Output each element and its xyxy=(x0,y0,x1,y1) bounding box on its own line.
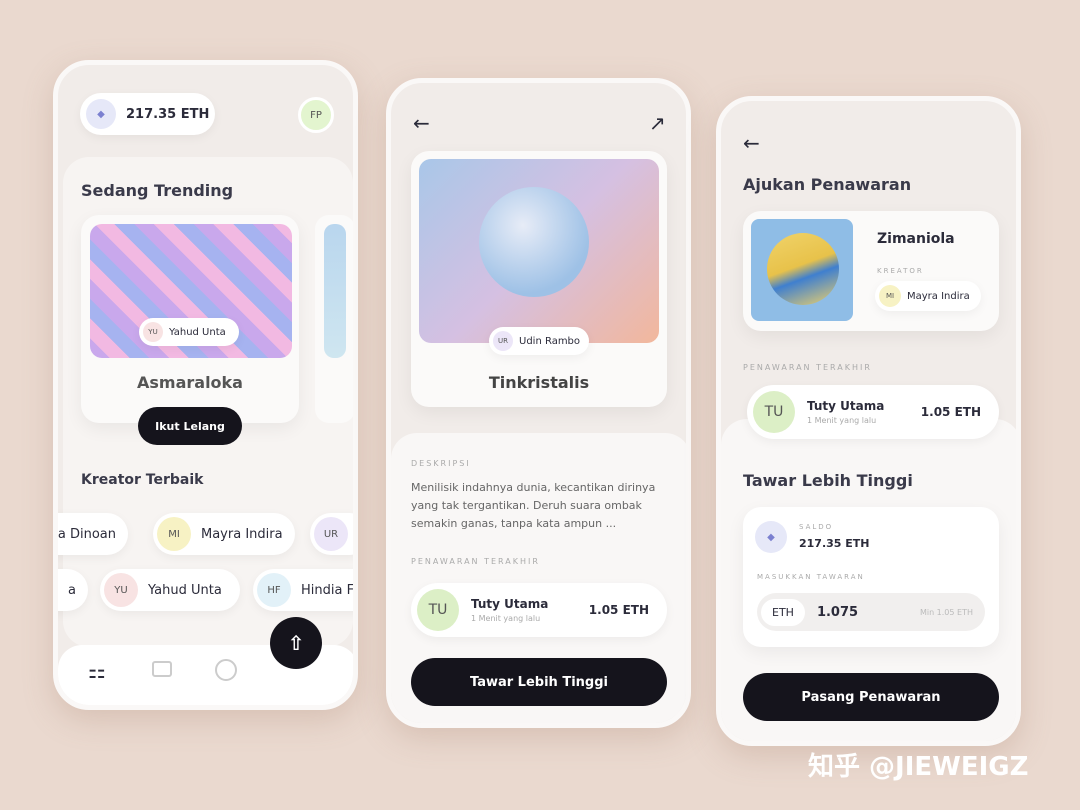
wallet-icon[interactable] xyxy=(152,661,172,677)
creator-avatar: YU xyxy=(104,573,138,607)
back-arrow-icon[interactable]: ← xyxy=(743,131,760,155)
artwork-image xyxy=(419,159,659,343)
item-card: Zimaniola KREATOR MI Mayra Indira xyxy=(743,211,999,331)
trending-card[interactable]: YU Yahud Unta Asmaraloka xyxy=(81,215,299,423)
creator-name: Mayra Indira xyxy=(201,526,283,542)
creator-chip[interactable]: UR Udin Rambo xyxy=(489,327,589,355)
bid-time: 1 Menit yang lalu xyxy=(807,416,877,425)
detail-screen: ← ↗ UR Udin Rambo Tinkristalis DESKRIPSI… xyxy=(386,78,691,728)
creator-avatar: UR xyxy=(493,331,513,351)
bid-time: 1 Menit yang lalu xyxy=(471,614,541,623)
next-card[interactable] xyxy=(315,215,353,423)
creator-name: Mayra Indira xyxy=(907,290,970,302)
ethereum-icon: ◆ xyxy=(755,521,787,553)
creator-avatar: MI xyxy=(157,517,191,551)
watermark: 知乎 @JIEWEIGZ xyxy=(808,752,1029,782)
creator-avatar: HF xyxy=(257,573,291,607)
description-label: DESKRIPSI xyxy=(411,459,471,468)
artwork-image xyxy=(751,219,853,321)
artwork-title: Asmaraloka xyxy=(137,373,243,392)
item-title: Zimaniola xyxy=(877,231,955,247)
balance-value: 217.35 ETH xyxy=(126,106,210,122)
share-icon[interactable]: ↗ xyxy=(649,111,666,135)
creator-chip[interactable]: na Dinoan xyxy=(53,513,128,555)
saldo-label: SALDO xyxy=(799,523,834,531)
creator-name: Yahud Unta xyxy=(169,326,226,338)
saldo-value: 217.35 ETH xyxy=(799,537,870,550)
bid-amount: 1.05 ETH xyxy=(588,603,649,617)
place-offer-button[interactable]: Pasang Penawaran xyxy=(743,673,999,721)
creator-chip[interactable]: YU Yahud Unta xyxy=(139,318,239,346)
bid-higher-button[interactable]: Tawar Lebih Tinggi xyxy=(411,658,667,706)
bid-button[interactable]: Ikut Lelang xyxy=(138,407,242,445)
bid-row: TU Tuty Utama 1 Menit yang lalu 1.05 ETH xyxy=(411,583,667,637)
artwork-title: Tinkristalis xyxy=(488,373,590,392)
bidder-avatar: TU xyxy=(417,589,459,631)
offer-input[interactable]: ETH 1.075 Min 1.05 ETH xyxy=(757,593,985,631)
offer-form: ◆ SALDO 217.35 ETH MASUKKAN TAWARAN ETH … xyxy=(743,507,999,647)
bidder-name: Tuty Utama xyxy=(471,597,549,611)
input-label: MASUKKAN TAWARAN xyxy=(757,573,865,581)
creator-name: Yahud Unta xyxy=(148,582,222,598)
offer-value: 1.075 xyxy=(816,604,859,620)
bids-label: PENAWARAN TERAKHIR xyxy=(743,363,872,372)
creator-label: KREATOR xyxy=(877,267,924,275)
creator-chip[interactable]: MI Mayra Indira xyxy=(153,513,295,555)
back-arrow-icon[interactable]: ← xyxy=(413,111,430,135)
currency-chip[interactable]: ETH xyxy=(761,598,805,626)
page-title: Ajukan Penawaran xyxy=(743,175,912,194)
creator-name: Hindia Fia xyxy=(301,582,357,598)
artwork-card: UR Udin Rambo Tinkristalis xyxy=(411,151,667,407)
bid-row: TU Tuty Utama 1 Menit yang lalu 1.05 ETH xyxy=(747,385,999,439)
creator-chip[interactable]: HF Hindia Fia xyxy=(253,569,357,611)
upload-icon: ⇧ xyxy=(287,631,305,655)
description-text: Menilisik indahnya dunia, kecantikan dir… xyxy=(411,481,656,530)
upload-button[interactable]: ⇧ xyxy=(270,617,322,669)
offer-screen: ← Ajukan Penawaran Zimaniola KREATOR MI … xyxy=(716,96,1021,746)
creator-name: a xyxy=(68,582,76,598)
bidder-name: Tuty Utama xyxy=(807,399,885,413)
avatar[interactable]: FP xyxy=(298,97,334,133)
creator-avatar: UR xyxy=(314,517,348,551)
creator-name: Udin Rambo xyxy=(519,335,581,347)
trending-title: Sedang Trending xyxy=(81,181,234,200)
ethereum-icon: ◆ xyxy=(86,99,116,129)
creator-chip[interactable]: MI Mayra Indira xyxy=(875,281,981,311)
creator-name: na Dinoan xyxy=(53,526,116,542)
creator-avatar: YU xyxy=(143,322,163,342)
creator-chip[interactable]: UR xyxy=(310,513,353,555)
profile-icon[interactable] xyxy=(215,659,237,681)
bidder-avatar: TU xyxy=(753,391,795,433)
grid-icon[interactable]: ⚏ xyxy=(88,659,106,683)
home-screen: ◆ 217.35 ETH FP Sedang Trending YU Yahud… xyxy=(53,60,358,710)
bid-amount: 1.05 ETH xyxy=(920,405,981,419)
balance-pill[interactable]: ◆ 217.35 ETH xyxy=(80,93,215,135)
bids-label: PENAWARAN TERAKHIR xyxy=(411,557,540,566)
creator-avatar: MI xyxy=(879,285,901,307)
min-hint: Min 1.05 ETH xyxy=(919,607,973,617)
section-title: Tawar Lebih Tinggi xyxy=(743,471,913,490)
creators-title: Kreator Terbaik xyxy=(81,472,204,488)
creator-chip[interactable]: YU Yahud Unta xyxy=(100,569,240,611)
